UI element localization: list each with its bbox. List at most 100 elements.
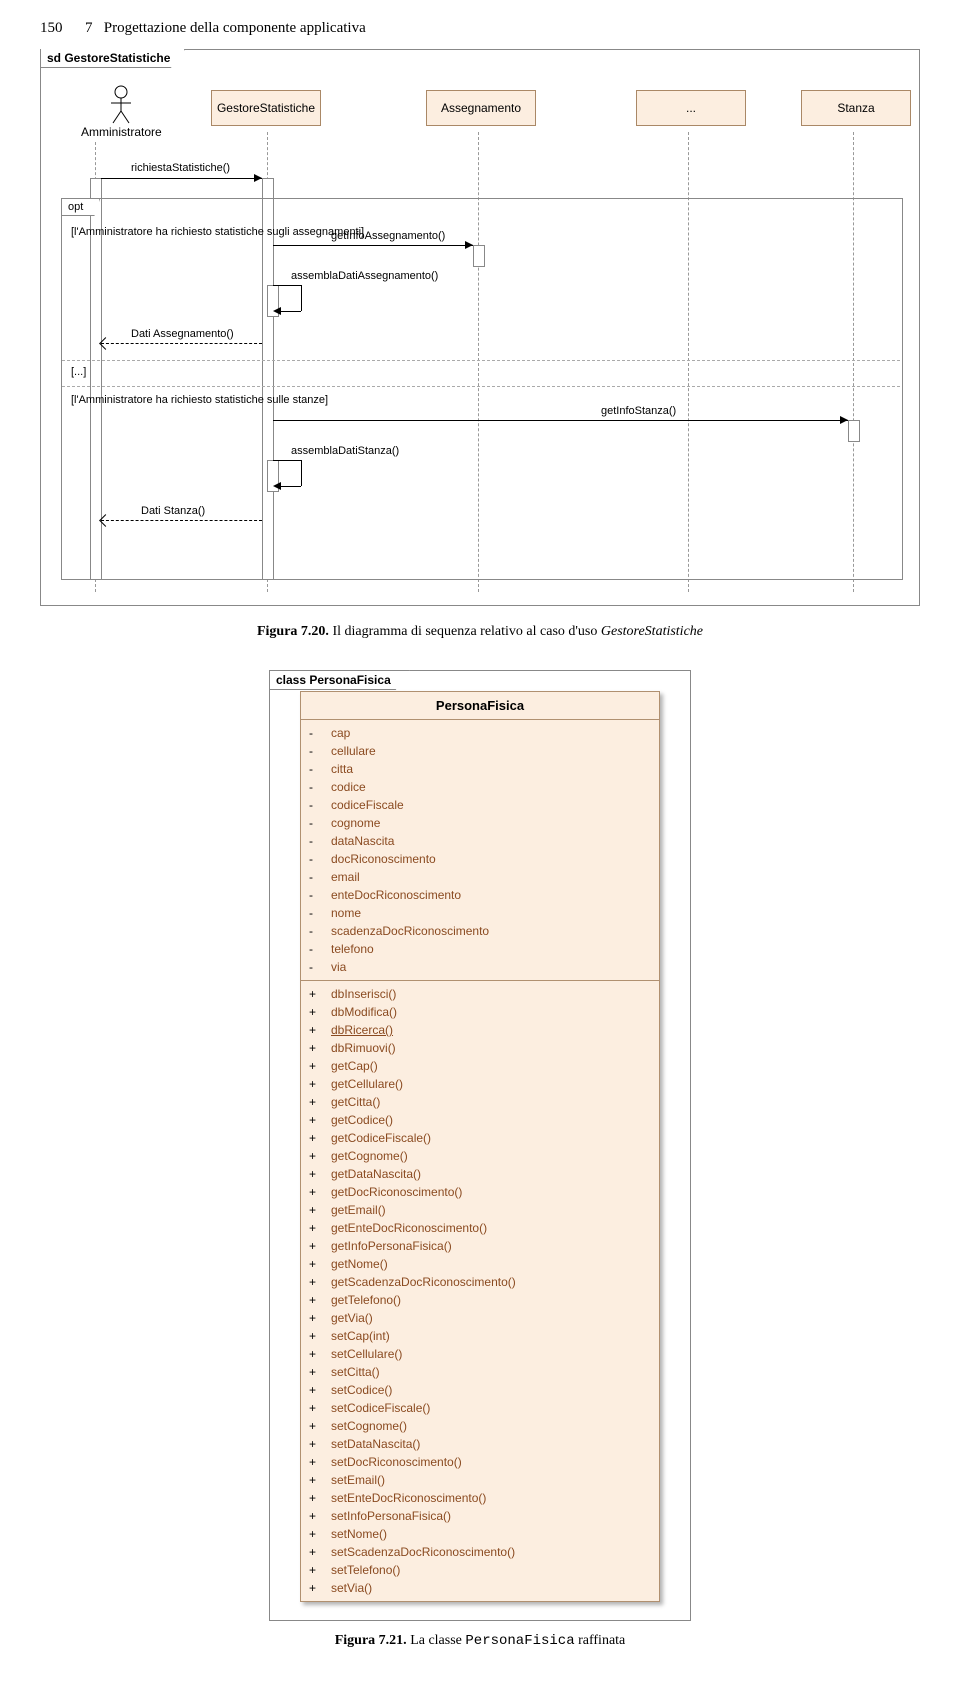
class-operation: +setDataNascita() [309, 1435, 651, 1453]
class-frame-label: class PersonaFisica [269, 670, 410, 690]
class-attribute: -telefono [309, 940, 651, 958]
class-attribute: -nome [309, 904, 651, 922]
class-operation: +getCap() [309, 1057, 651, 1075]
class-operation: +dbModifica() [309, 1003, 651, 1021]
class-operation: +getCitta() [309, 1093, 651, 1111]
sequence-diagram-frame: sd GestoreStatistiche Amministratore Ges… [40, 49, 920, 606]
class-attribute: -cellulare [309, 742, 651, 760]
class-operation: +getTelefono() [309, 1291, 651, 1309]
class-operations: +dbInserisci()+dbModifica()+dbRicerca()+… [301, 981, 659, 1601]
class-operation: +setCognome() [309, 1417, 651, 1435]
class-attribute: -scadenzaDocRiconoscimento [309, 922, 651, 940]
guard-1: [l'Amministratore ha richiesto statistic… [71, 226, 364, 238]
class-operation: +setTelefono() [309, 1561, 651, 1579]
actor-amministratore: Amministratore [81, 85, 162, 139]
guard-2: [l'Amministratore ha richiesto statistic… [71, 394, 328, 406]
class-operation: +setInfoPersonaFisica() [309, 1507, 651, 1525]
msg-dati-stanza: Dati Stanza() [141, 505, 205, 517]
class-attributes: -cap-cellulare-citta-codice-codiceFiscal… [301, 720, 659, 981]
class-attribute: -enteDocRiconoscimento [309, 886, 651, 904]
arrow-m3b [301, 285, 302, 311]
class-operation: +getVia() [309, 1309, 651, 1327]
opt-label: opt [61, 198, 100, 216]
caption-2-mono: PersonaFisica [465, 1633, 574, 1649]
sequence-area: Amministratore GestoreStatistiche Assegn… [41, 50, 919, 605]
class-attribute: -email [309, 868, 651, 886]
opt-separator-1 [62, 360, 900, 361]
lifeline-ellipsis: ... [636, 90, 746, 126]
msg-assembla-ass: assemblaDatiAssegnamento() [291, 270, 438, 282]
lifeline-gestorestatistiche: GestoreStatistiche [211, 90, 321, 126]
figure-caption-2: Figura 7.21. La classe PersonaFisica raf… [40, 1633, 920, 1649]
arrow-m3a [273, 285, 301, 286]
arrow-head-m6 [273, 482, 281, 490]
class-attribute: -docRiconoscimento [309, 850, 651, 868]
class-operation: +setNome() [309, 1525, 651, 1543]
chapter-number: 7 [85, 20, 93, 36]
class-operation: +getNome() [309, 1255, 651, 1273]
class-operation: +getCodiceFiscale() [309, 1129, 651, 1147]
caption-2-text-a: La classe [410, 1633, 465, 1648]
class-attribute: -codiceFiscale [309, 796, 651, 814]
class-operation: +getCodice() [309, 1111, 651, 1129]
arrow-m2 [273, 245, 473, 246]
class-operation: +getCellulare() [309, 1075, 651, 1093]
actor-icon [107, 85, 135, 125]
class-operation: +setCodiceFiscale() [309, 1399, 651, 1417]
class-attribute: -cap [309, 724, 651, 742]
class-operation: +setVia() [309, 1579, 651, 1597]
msg-assembla-stanza: assemblaDatiStanza() [291, 445, 399, 457]
arrow-head-m2 [465, 241, 473, 249]
class-operation: +setCitta() [309, 1363, 651, 1381]
class-operation: +getDocRiconoscimento() [309, 1183, 651, 1201]
guard-mid: [...] [71, 366, 86, 378]
arrow-m5 [273, 420, 848, 421]
class-attribute: -via [309, 958, 651, 976]
msg-dati-ass: Dati Assegnamento() [131, 328, 234, 340]
class-operation: +getScadenzaDocRiconoscimento() [309, 1273, 651, 1291]
class-operation: +getCognome() [309, 1147, 651, 1165]
class-attribute: -dataNascita [309, 832, 651, 850]
sd-frame-label: sd GestoreStatistiche [40, 49, 185, 68]
arrow-m6c [279, 486, 301, 487]
msg-getinfostanza: getInfoStanza() [601, 405, 676, 417]
caption-2-text-b: raffinata [575, 1633, 626, 1648]
page-header: 150 7 Progettazione della componente app… [40, 20, 920, 37]
class-operation: +dbRimuovi() [309, 1039, 651, 1057]
caption-1-italic: GestoreStatistiche [601, 624, 703, 639]
class-attribute: -codice [309, 778, 651, 796]
arrow-m6b [301, 460, 302, 486]
opt-frame: opt [61, 198, 903, 580]
class-operation: +getInfoPersonaFisica() [309, 1237, 651, 1255]
figure-label-2: Figura 7.21. [335, 1633, 407, 1648]
opt-separator-2 [62, 386, 900, 387]
arrow-head-m3 [273, 307, 281, 315]
arrow-head-m1 [254, 174, 262, 182]
class-operation: +dbInserisci() [309, 985, 651, 1003]
lifeline-assegnamento: Assegnamento [426, 90, 536, 126]
lifeline-stanza: Stanza [801, 90, 911, 126]
class-operation: +getEnteDocRiconoscimento() [309, 1219, 651, 1237]
page-number: 150 [40, 20, 63, 36]
class-attribute: -citta [309, 760, 651, 778]
class-operation: +setDocRiconoscimento() [309, 1453, 651, 1471]
arrow-m6a [273, 460, 301, 461]
class-operation: +setEnteDocRiconoscimento() [309, 1489, 651, 1507]
class-attribute: -cognome [309, 814, 651, 832]
class-operation: +getEmail() [309, 1201, 651, 1219]
chapter-title: Progettazione della componente applicati… [104, 20, 366, 36]
msg-richiesta: richiestaStatistiche() [131, 162, 230, 174]
class-diagram-frame: class PersonaFisica PersonaFisica -cap-c… [269, 670, 691, 1621]
class-operation: +setCellulare() [309, 1345, 651, 1363]
class-operation: +getDataNascita() [309, 1165, 651, 1183]
arrow-m4 [101, 343, 262, 344]
arrow-m7 [101, 520, 262, 521]
arrow-m1 [101, 178, 262, 179]
class-operation: +setCap(int) [309, 1327, 651, 1345]
arrow-m3c [279, 311, 301, 312]
figure-label-1: Figura 7.20. [257, 624, 329, 639]
class-name: PersonaFisica [301, 692, 659, 720]
caption-1-text: Il diagramma di sequenza relativo al cas… [332, 624, 600, 639]
figure-caption-1: Figura 7.20. Il diagramma di sequenza re… [40, 624, 920, 640]
class-operation: +setScadenzaDocRiconoscimento() [309, 1543, 651, 1561]
